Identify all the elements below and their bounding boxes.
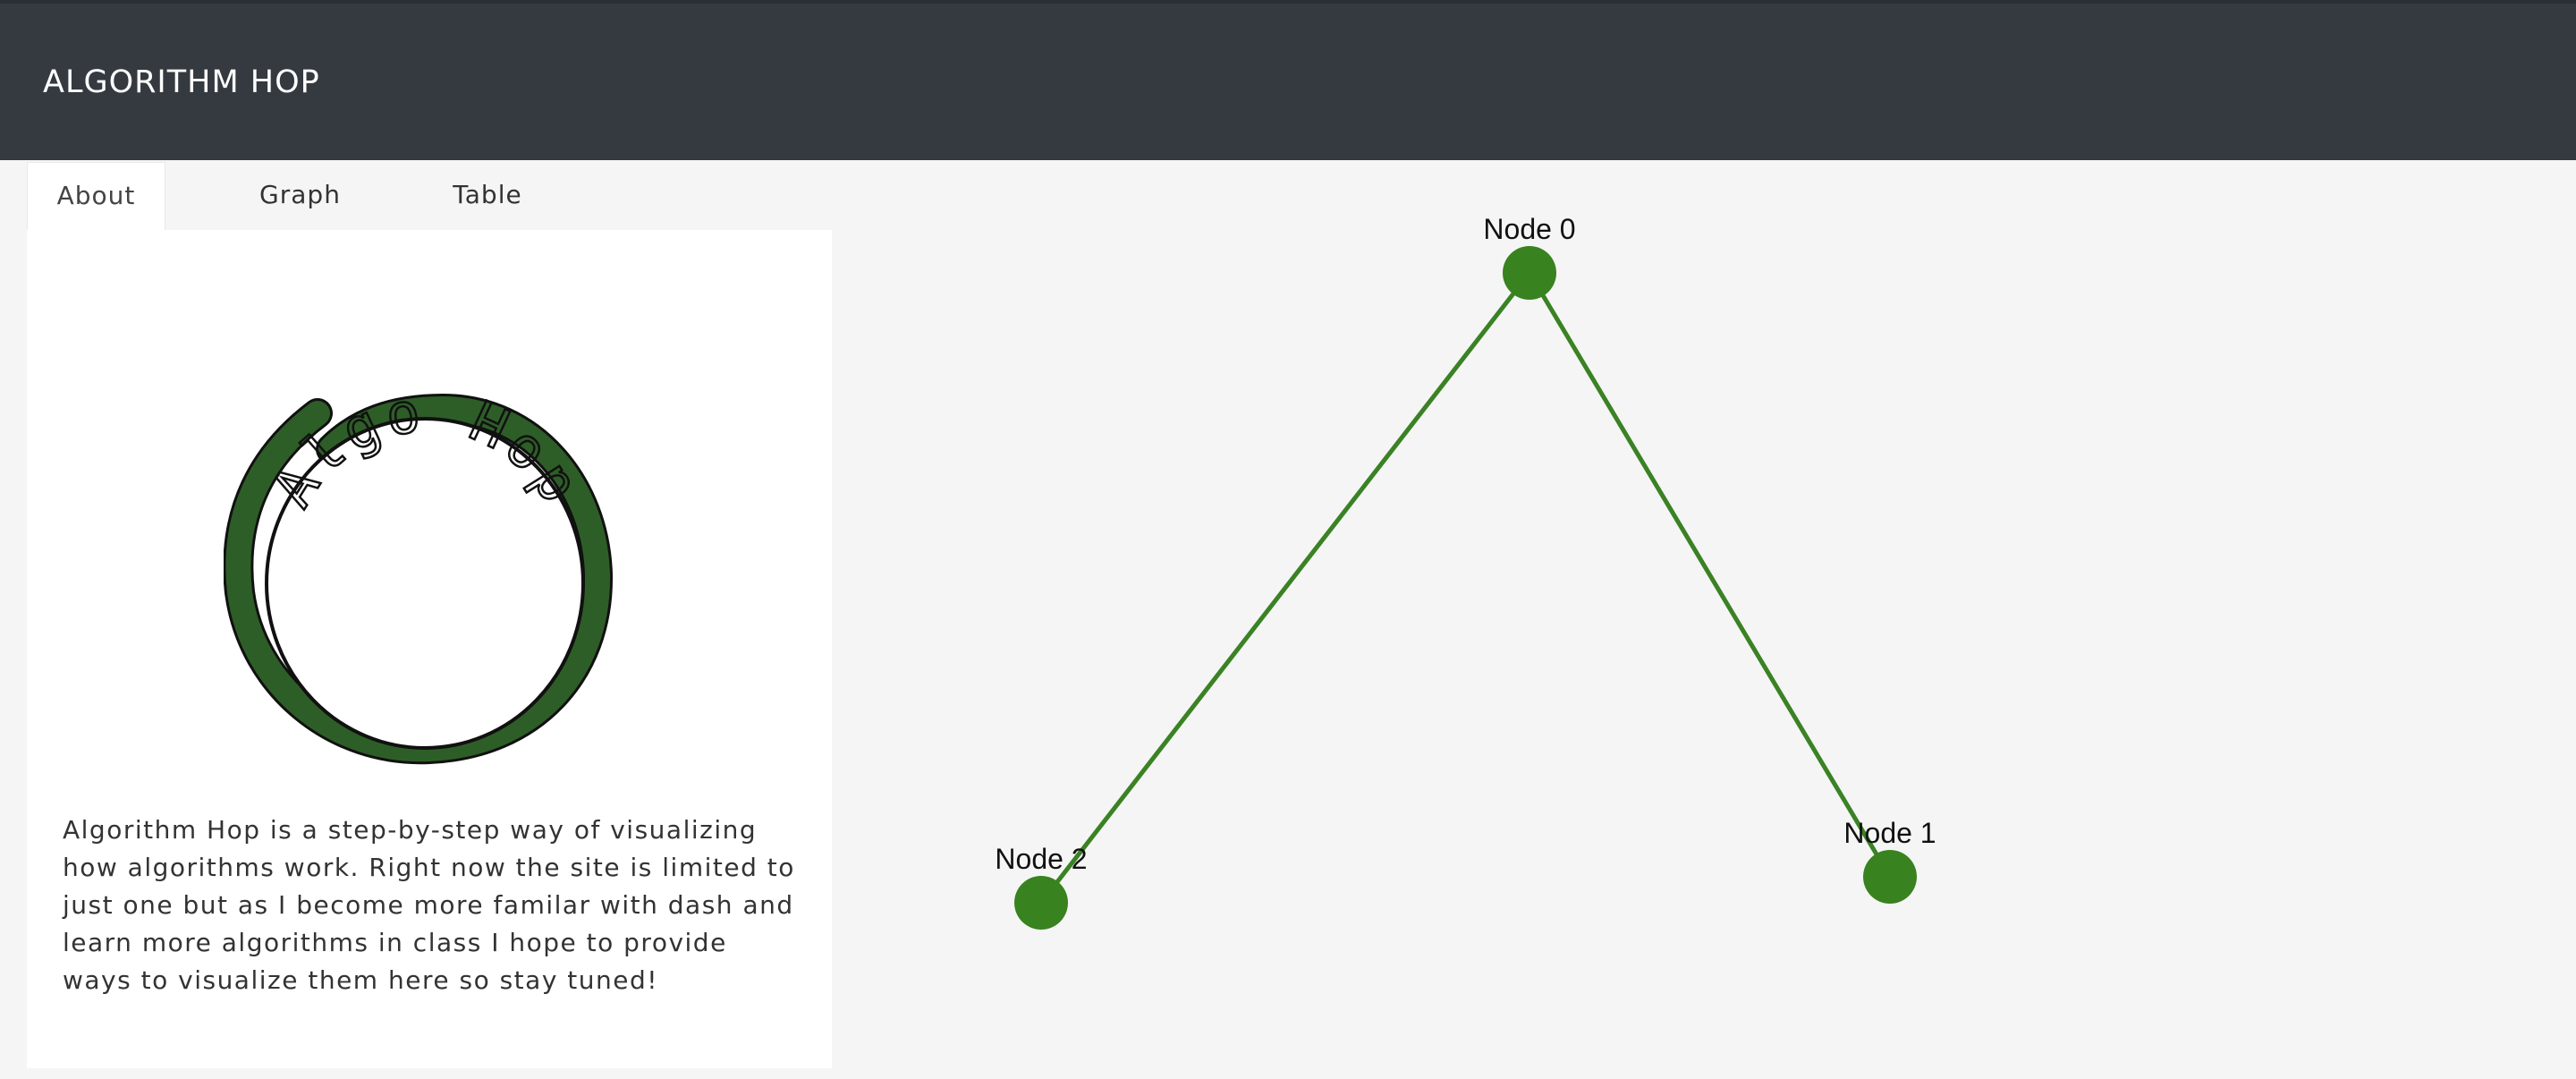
tab-table[interactable]: Table <box>411 162 564 231</box>
algo-hop-logo: Algo Hop <box>224 378 614 765</box>
node-2[interactable] <box>1014 876 1068 930</box>
node-1-label: Node 1 <box>1843 817 1936 849</box>
navbar: ALGORITHM HOP <box>0 0 2576 160</box>
node-1[interactable] <box>1863 850 1917 904</box>
node-0[interactable] <box>1503 246 1556 300</box>
tab-bar: About Graph Table <box>27 162 832 231</box>
about-description: Algorithm Hop is a step-by-step way of v… <box>63 815 795 995</box>
tab-graph[interactable]: Graph <box>222 162 378 231</box>
tab-about[interactable]: About <box>27 162 165 231</box>
graph-canvas[interactable]: Node 0 Node 1 Node 2 <box>832 160 2576 1079</box>
node-2-label: Node 2 <box>995 843 1087 875</box>
edge-0-1 <box>1527 271 1893 879</box>
app-title[interactable]: ALGORITHM HOP <box>43 64 320 100</box>
edge-0-2 <box>1039 271 1531 905</box>
about-panel: Algo Hop Algorithm Hop is a step-by-step… <box>27 230 832 1068</box>
node-0-label: Node 0 <box>1483 213 1575 245</box>
